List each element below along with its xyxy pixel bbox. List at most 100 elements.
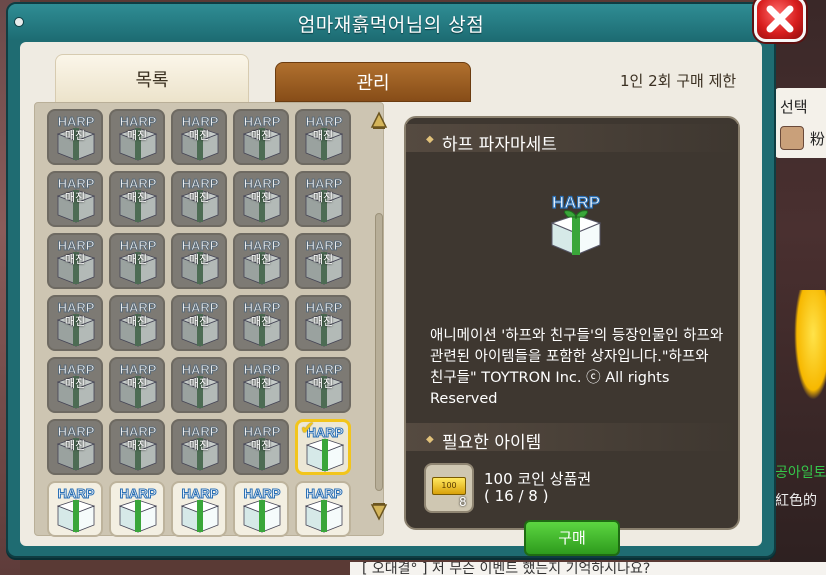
item-slot[interactable]: HARP 매진 (233, 233, 289, 289)
sold-out-label: 매진 (312, 253, 334, 266)
item-slot[interactable]: HARP 매진 (171, 233, 227, 289)
sold-out-label: 매진 (312, 377, 334, 390)
sold-out-label: 매진 (250, 191, 272, 204)
item-slot[interactable]: HARP 매진 (233, 419, 289, 475)
item-slot[interactable]: HARP 매진 (295, 171, 351, 227)
gift-box-icon: HARP (542, 192, 610, 259)
item-slot[interactable]: HARP 매진 (171, 295, 227, 351)
gift-box-icon: HARP (56, 486, 95, 533)
scrollbar-track[interactable] (375, 213, 383, 491)
item-slot[interactable]: HARP 매진 (233, 109, 289, 165)
sold-out-label: 매진 (64, 377, 86, 390)
item-slot[interactable]: HARP 매진 (47, 295, 103, 351)
item-slot[interactable]: HARP (295, 481, 351, 537)
required-item-name: 100 코인 상품권 (484, 470, 592, 488)
item-slot[interactable]: HARP 매진 (109, 233, 165, 289)
sold-out-label: 매진 (126, 253, 148, 266)
item-grid-panel: HARP 매진 HARP 매진 HARP 매진 HARP 매진 HARP 매진 HARP 매진 HARP… (34, 102, 388, 537)
background-side-text: 粉 (810, 130, 826, 148)
harp-logo-text: HARP (306, 486, 343, 501)
item-slot[interactable]: HARP (233, 481, 289, 537)
background-red-text: 紅色的 (775, 493, 817, 509)
sold-out-label: 매진 (312, 315, 334, 328)
item-slot[interactable]: HARP 매진 (295, 109, 351, 165)
chat-line: [ 오대결° ] 저 무슨 이벤트 했는지 기억하시나요? (350, 562, 826, 575)
item-slot[interactable]: HARP 매진 (47, 357, 103, 413)
item-slot[interactable]: HARP 매진 (295, 233, 351, 289)
title-bar[interactable]: 엄마재흙먹어님의 상점 (8, 4, 774, 40)
sold-out-label: 매진 (188, 377, 210, 390)
sold-out-label: 매진 (64, 129, 86, 142)
avatar (780, 126, 804, 150)
item-slot[interactable]: HARP 매진 (109, 419, 165, 475)
item-slot[interactable]: HARP (47, 481, 103, 537)
shop-content: 목록 관리 1인 2회 구매 제한 HARP 매진 HARP 매진 HARP 매진 HARP… (20, 42, 762, 556)
item-slot[interactable]: HARP 매진 (233, 295, 289, 351)
tab-list[interactable]: 목록 (55, 54, 249, 102)
item-slot[interactable]: HARP 매진 (47, 233, 103, 289)
sold-out-label: 매진 (188, 191, 210, 204)
item-slot[interactable]: HARP 매진 (295, 295, 351, 351)
item-slot[interactable]: HARP 매진 (109, 171, 165, 227)
diamond-bullet-icon: ◆ (426, 134, 434, 145)
required-items-title: 필요한 아이템 (442, 433, 542, 453)
checkmark-icon: ✔ (300, 418, 316, 439)
harp-logo-text: HARP (182, 486, 219, 501)
required-item-quantity: ( 16 / 8 ) (484, 487, 549, 505)
sold-out-label: 매진 (126, 129, 148, 142)
item-slot[interactable]: HARP 매진 (47, 109, 103, 165)
background-side-title: 선택 (780, 98, 808, 116)
item-slot[interactable]: HARP 매진 (171, 109, 227, 165)
item-detail-panel: ◆ 하프 파자마세트 HARP 애니메이션 '하프와 친구들'의 등장인물인 하… (404, 116, 740, 556)
item-slot[interactable]: HARP 매진 (233, 171, 289, 227)
sold-out-label: 매진 (250, 315, 272, 328)
sold-out-label: 매진 (250, 377, 272, 390)
gift-box-icon: HARP (118, 486, 157, 533)
window-title: 엄마재흙먹어님의 상점 (297, 14, 485, 36)
harp-logo-text: HARP (552, 193, 600, 212)
sold-out-label: 매진 (64, 315, 86, 328)
sold-out-label: 매진 (126, 377, 148, 390)
item-slot[interactable]: HARP 매진 (171, 419, 227, 475)
item-slot[interactable]: HARP 매진 (47, 419, 103, 475)
tab-manage[interactable]: 관리 (275, 62, 471, 102)
item-slot[interactable]: HARP (109, 481, 165, 537)
sold-out-label: 매진 (188, 129, 210, 142)
item-slot[interactable]: HARP (171, 481, 227, 537)
sold-out-label: 매진 (312, 129, 334, 142)
item-slot[interactable]: HARP ✔ (295, 418, 351, 475)
item-slot[interactable]: HARP 매진 (109, 109, 165, 165)
sold-out-label: 매진 (64, 191, 86, 204)
scroll-up-arrow-icon[interactable] (370, 111, 388, 131)
harp-logo-text: HARP (120, 486, 157, 501)
item-slot[interactable]: HARP 매진 (171, 357, 227, 413)
gift-box-icon: HARP (304, 486, 343, 533)
sold-out-label: 매진 (126, 315, 148, 328)
required-item-slot[interactable]: 100 8 (424, 463, 474, 513)
item-name: 하프 파자마세트 (442, 135, 557, 155)
item-slot[interactable]: HARP 매진 (109, 357, 165, 413)
item-slot[interactable]: HARP 매진 (171, 171, 227, 227)
harp-logo-text: HARP (244, 486, 281, 501)
item-slot[interactable]: HARP 매진 (47, 171, 103, 227)
gift-box-icon: HARP (242, 486, 281, 533)
item-slot[interactable]: HARP 매진 (295, 357, 351, 413)
sold-out-label: 매진 (250, 253, 272, 266)
purchase-limit-text: 1인 2회 구매 제한 (620, 72, 737, 90)
shop-window: 엄마재흙먹어님의 상점 목록 관리 1인 2회 구매 제한 HARP 매진 HARP… (6, 2, 776, 558)
sold-out-label: 매진 (312, 191, 334, 204)
buy-button[interactable]: 구매 (524, 520, 620, 556)
harp-logo-text: HARP (58, 486, 95, 501)
background-character (794, 290, 826, 400)
item-slot[interactable]: HARP 매진 (233, 357, 289, 413)
close-button[interactable] (754, 0, 806, 42)
sold-out-label: 매진 (188, 439, 210, 452)
scroll-down-arrow-icon[interactable] (370, 501, 388, 521)
sold-out-label: 매진 (250, 129, 272, 142)
sold-out-label: 매진 (188, 253, 210, 266)
coin-ticket-icon: 100 (432, 477, 466, 495)
sold-out-label: 매진 (250, 439, 272, 452)
sold-out-label: 매진 (64, 253, 86, 266)
item-slot[interactable]: HARP 매진 (109, 295, 165, 351)
required-item-count: 8 (459, 495, 467, 509)
